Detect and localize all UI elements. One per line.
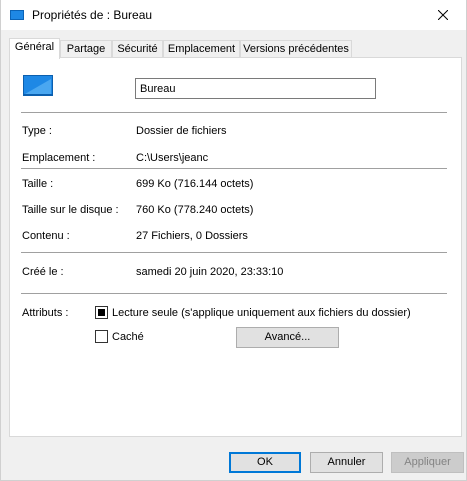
indeterminate-mark [98, 309, 105, 316]
hidden-label: Caché [112, 331, 144, 343]
separator [21, 168, 447, 169]
location-value: C:\Users\jeanc [136, 152, 209, 164]
close-button[interactable] [420, 0, 466, 30]
apply-button[interactable]: Appliquer [391, 452, 464, 473]
size-on-disk-value: 760 Ko (778.240 octets) [136, 204, 254, 216]
close-icon [438, 10, 448, 20]
contents-value: 27 Fichiers, 0 Dossiers [136, 230, 248, 242]
desktop-folder-icon [23, 75, 53, 96]
type-value: Dossier de fichiers [136, 125, 227, 137]
hidden-checkbox[interactable] [95, 330, 108, 343]
size-value: 699 Ko (716.144 octets) [136, 178, 254, 190]
general-panel [9, 57, 462, 437]
attributes-label: Attributs : [22, 307, 69, 319]
size-on-disk-label: Taille sur le disque : [22, 204, 119, 216]
location-label: Emplacement : [22, 152, 96, 164]
separator [21, 252, 447, 253]
properties-dialog: Propriétés de : Bureau Général Partage S… [0, 0, 467, 481]
advanced-button[interactable]: Avancé... [236, 327, 339, 348]
folder-desktop-icon [10, 10, 24, 20]
tab-sharing[interactable]: Partage [60, 40, 112, 58]
read-only-label: Lecture seule (s'applique uniquement aux… [112, 307, 411, 319]
type-label: Type : [22, 125, 52, 137]
tab-previous-versions[interactable]: Versions précédentes [240, 40, 352, 58]
window-title: Propriétés de : Bureau [32, 8, 153, 22]
title-bar: Propriétés de : Bureau [1, 0, 466, 30]
tab-security[interactable]: Sécurité [112, 40, 163, 58]
created-label: Créé le : [22, 266, 64, 278]
created-value: samedi 20 juin 2020, 23:33:10 [136, 266, 284, 278]
folder-name-input[interactable] [135, 78, 376, 99]
size-label: Taille : [22, 178, 54, 190]
ok-button[interactable]: OK [229, 452, 301, 473]
tab-location[interactable]: Emplacement [163, 40, 240, 58]
separator [21, 112, 447, 113]
cancel-button[interactable]: Annuler [310, 452, 383, 473]
tab-general[interactable]: Général [9, 38, 60, 59]
read-only-checkbox[interactable] [95, 306, 108, 319]
contents-label: Contenu : [22, 230, 70, 242]
separator [21, 293, 447, 294]
